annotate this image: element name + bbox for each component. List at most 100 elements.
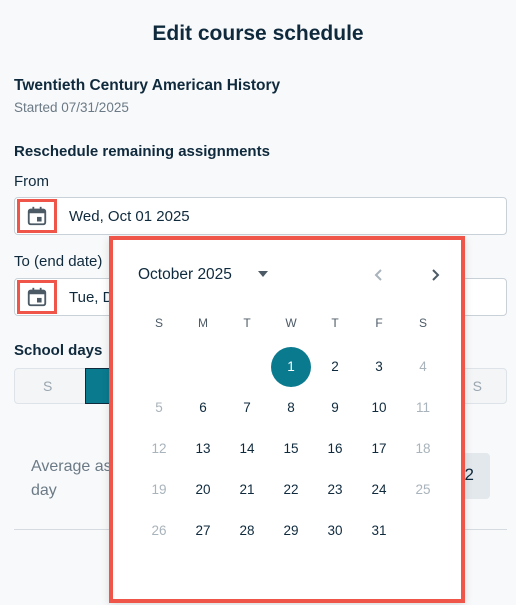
- reschedule-heading: Reschedule remaining assignments: [14, 143, 270, 160]
- calendar-day-number: 29: [283, 523, 299, 538]
- calendar-day-number: 18: [415, 441, 431, 456]
- month-dropdown-icon[interactable]: [258, 271, 268, 277]
- calendar-day-number: 31: [371, 523, 387, 538]
- weekday-header: S M T W T F S: [137, 316, 445, 330]
- calendar-day-number: 17: [371, 441, 387, 456]
- calendar-day[interactable]: 31: [357, 510, 401, 551]
- from-calendar-button[interactable]: [17, 199, 57, 233]
- previous-month-button[interactable]: [369, 264, 389, 286]
- day-toggle-sunday[interactable]: S: [43, 378, 52, 394]
- calendar-day-number: 6: [199, 400, 207, 415]
- calendar-day[interactable]: 28: [225, 510, 269, 551]
- to-calendar-button[interactable]: [17, 280, 57, 314]
- calendar-day-number: 13: [195, 441, 211, 456]
- course-started-date: Started 07/31/2025: [14, 100, 129, 115]
- date-picker-popup: October 2025 S M T W T F S 1 2 3 4 5 6 7 8 9 10 11…: [109, 236, 465, 603]
- month-year-label[interactable]: October 2025: [138, 266, 232, 284]
- course-name: Twentieth Century American History: [14, 77, 281, 94]
- school-days-label: School days: [14, 342, 103, 359]
- weekday-label: T: [331, 316, 339, 330]
- calendar-day-number: 16: [327, 441, 343, 456]
- weekday-label: T: [243, 316, 251, 330]
- calendar-day-number: 23: [327, 482, 343, 497]
- calendar-day-number: 26: [151, 523, 167, 538]
- average-label-line2: day: [31, 482, 57, 499]
- calendar-day[interactable]: 25: [401, 469, 445, 510]
- calendar-day-number: 5: [155, 400, 163, 415]
- calendar-day-number: 24: [371, 482, 387, 497]
- calendar-day[interactable]: 1: [269, 346, 313, 387]
- weekday-label: S: [154, 316, 163, 330]
- from-label: From: [14, 173, 49, 190]
- calendar-empty-cell: [137, 346, 181, 387]
- calendar-day[interactable]: 17: [357, 428, 401, 469]
- calendar-day[interactable]: 11: [401, 387, 445, 428]
- page-title: Edit course schedule: [152, 22, 364, 45]
- calendar-day[interactable]: 22: [269, 469, 313, 510]
- calendar-day[interactable]: 24: [357, 469, 401, 510]
- calendar-day[interactable]: 20: [181, 469, 225, 510]
- calendar-day-number: 4: [419, 359, 427, 374]
- calendar-day[interactable]: 6: [181, 387, 225, 428]
- chevron-right-icon: [432, 269, 440, 281]
- calendar-day[interactable]: 18: [401, 428, 445, 469]
- calendar-day[interactable]: 14: [225, 428, 269, 469]
- calendar-day[interactable]: 27: [181, 510, 225, 551]
- calendar-icon: [27, 287, 47, 307]
- weekday-label: M: [198, 316, 208, 330]
- to-date-value: Tue, D: [69, 289, 114, 306]
- calendar-day-number: 27: [195, 523, 211, 538]
- calendar-day[interactable]: 23: [313, 469, 357, 510]
- day-toggle-monday[interactable]: [85, 368, 111, 404]
- calendar-day-number: 7: [243, 400, 251, 415]
- calendar-day[interactable]: 21: [225, 469, 269, 510]
- calendar-day[interactable]: 3: [357, 346, 401, 387]
- calendar-day[interactable]: 30: [313, 510, 357, 551]
- calendar-day[interactable]: 29: [269, 510, 313, 551]
- calendar-day[interactable]: 19: [137, 469, 181, 510]
- day-toggle-saturday[interactable]: S: [473, 378, 482, 394]
- calendar-grid: 1 2 3 4 5 6 7 8 9 10 11 12 13 14 15 16 17 18 19 20 21 22 23 24 2…: [137, 346, 445, 551]
- calendar-day[interactable]: 10: [357, 387, 401, 428]
- calendar-empty-cell: [181, 346, 225, 387]
- calendar-day-number: 25: [415, 482, 431, 497]
- calendar-empty-cell: [401, 510, 445, 551]
- calendar-day[interactable]: 5: [137, 387, 181, 428]
- from-date-value: Wed, Oct 01 2025: [69, 208, 190, 225]
- calendar-empty-cell: [225, 346, 269, 387]
- calendar-day-number: 8: [287, 400, 295, 415]
- calendar-day-number: 19: [151, 482, 167, 497]
- calendar-day-number: 21: [239, 482, 255, 497]
- calendar-day-number: 22: [283, 482, 299, 497]
- weekday-label: W: [285, 316, 297, 330]
- calendar-day[interactable]: 4: [401, 346, 445, 387]
- average-label-line1: Average as: [31, 458, 112, 475]
- calendar-day[interactable]: 16: [313, 428, 357, 469]
- calendar-day[interactable]: 26: [137, 510, 181, 551]
- weekday-label: F: [375, 316, 383, 330]
- chevron-left-icon: [374, 269, 382, 281]
- calendar-day[interactable]: 13: [181, 428, 225, 469]
- calendar-day[interactable]: 2: [313, 346, 357, 387]
- calendar-icon: [27, 206, 47, 226]
- calendar-day[interactable]: 9: [313, 387, 357, 428]
- next-month-button[interactable]: [425, 264, 445, 286]
- calendar-day-number: 10: [371, 400, 387, 415]
- calendar-day-number: 3: [375, 359, 383, 374]
- from-date-field[interactable]: Wed, Oct 01 2025: [14, 197, 507, 235]
- calendar-day-number: 11: [415, 400, 430, 415]
- to-label: To (end date): [14, 253, 103, 270]
- calendar-day-number: 9: [331, 400, 339, 415]
- average-value: 2: [464, 465, 474, 484]
- calendar-day[interactable]: 12: [137, 428, 181, 469]
- calendar-day[interactable]: 15: [269, 428, 313, 469]
- calendar-day-number: 15: [283, 441, 299, 456]
- calendar-day-number: 1: [271, 346, 311, 387]
- weekday-label: S: [418, 316, 427, 330]
- calendar-day-number: 20: [195, 482, 211, 497]
- calendar-day-number: 28: [239, 523, 255, 538]
- average-label: Average as day: [31, 455, 121, 503]
- calendar-day-number: 2: [331, 359, 339, 374]
- calendar-day[interactable]: 7: [225, 387, 269, 428]
- calendar-day[interactable]: 8: [269, 387, 313, 428]
